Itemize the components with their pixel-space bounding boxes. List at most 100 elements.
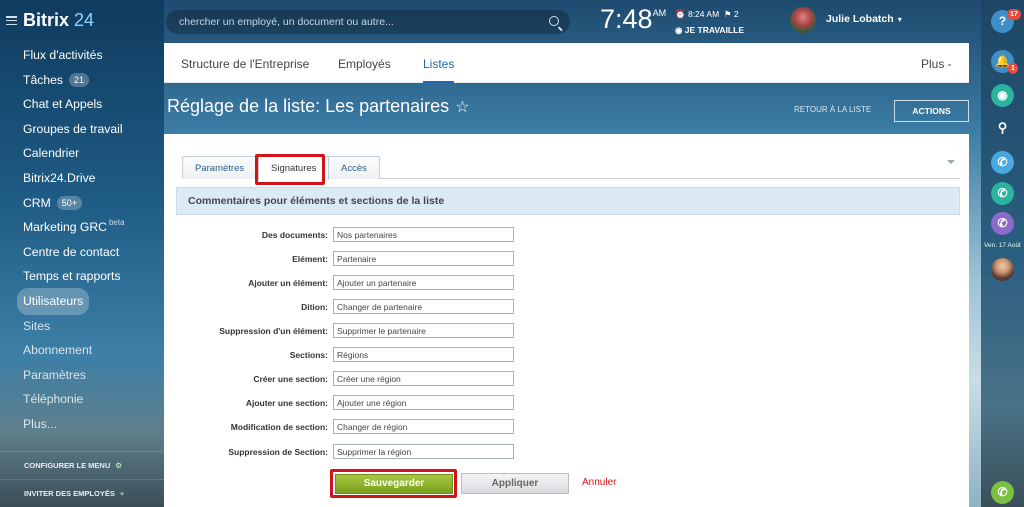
sidebar-item-label: Calendrier [23, 146, 80, 161]
work-status[interactable]: ◉ JE TRAVAILLE [675, 25, 744, 36]
flag-icon: ⚑ [723, 9, 732, 19]
tab-plus[interactable]: Plus - [921, 43, 952, 83]
sidebar-item-label: Abonnement [23, 343, 93, 358]
clock-ampm: AM [652, 8, 667, 18]
back-to-list-link[interactable]: RETOUR À LA LISTE [794, 105, 871, 114]
cancel-link[interactable]: Annuler [582, 477, 616, 488]
user-name: Julie Lobatch [826, 13, 894, 25]
search-icon[interactable] [549, 16, 559, 26]
delete-element-input[interactable] [333, 323, 514, 338]
star-icon[interactable]: ☆ [455, 99, 469, 116]
search-rail-button[interactable]: ⚲ [991, 116, 1014, 139]
element-input[interactable] [333, 251, 514, 266]
documents-input[interactable] [333, 227, 514, 242]
messenger-button[interactable]: ◉ [991, 84, 1014, 107]
help-icon: ? [998, 14, 1007, 28]
tab-listes[interactable]: Listes [423, 43, 455, 83]
chevron-down-icon[interactable] [947, 160, 955, 164]
clock[interactable]: 7:48AM [600, 4, 666, 35]
form-row: Créer une section: [164, 371, 969, 387]
sidebar-item-contact[interactable]: Centre de contact [16, 240, 162, 265]
sidebar-item-label: CRM [23, 195, 51, 210]
tab-acces[interactable]: Accès [328, 156, 380, 179]
gear-icon: ⚙ [115, 461, 122, 470]
field-label: Dition: [301, 302, 328, 312]
tab-structure[interactable]: Structure de l'Entreprise [181, 43, 309, 83]
sidebar-item-crm[interactable]: CRM 50+ [16, 191, 162, 216]
tab-label: Plus [921, 57, 945, 71]
logo-text: Bitrix [23, 10, 70, 30]
left-sidebar: Bitrix 24 Flux d'activités Tâches 21 Chat… [0, 0, 164, 507]
sidebar-footer: CONFIGURER LE MENU ⚙ INVITER DES EMPLOYÉS… [0, 451, 164, 507]
edit-section-input[interactable] [333, 419, 514, 434]
sidebar-item-parametres[interactable]: Paramètres [16, 363, 162, 388]
sidebar-item-telephonie[interactable]: Téléphonie [16, 387, 162, 412]
top-nav: Structure de l'Entreprise Employés Liste… [164, 43, 969, 83]
phone-button-3[interactable]: ✆ [991, 212, 1014, 235]
tab-label: Structure de l'Entreprise [181, 57, 310, 71]
field-label: Ajouter un élément: [248, 278, 328, 288]
phone-icon: ✆ [997, 485, 1008, 499]
search-input[interactable]: chercher un employé, un document ou autr… [166, 10, 570, 34]
sidebar-item-abonnement[interactable]: Abonnement [16, 338, 162, 363]
configure-menu-button[interactable]: CONFIGURER LE MENU ⚙ [0, 451, 164, 479]
sidebar-item-calendrier[interactable]: Calendrier [16, 141, 162, 166]
user-menu[interactable]: Julie Lobatch ▾ [826, 13, 902, 25]
sidebar-item-label: Sites [23, 318, 51, 333]
form-row: Dition: [164, 299, 969, 315]
field-label: Ajouter une section: [245, 398, 328, 408]
delete-section-input[interactable] [333, 444, 514, 459]
form-row: Ajouter un élément: [164, 275, 969, 291]
sidebar-item-plus[interactable]: Plus... [16, 412, 162, 437]
form-row: Des documents: [164, 227, 969, 243]
sidebar-menu: Flux d'activités Tâches 21 Chat et Appels… [16, 43, 162, 437]
plus-icon: + [119, 489, 125, 498]
alarm-time: 8:24 AM [687, 9, 720, 19]
rail-date: Ven. 17 Août [984, 242, 1021, 249]
logo[interactable]: Bitrix 24 [23, 10, 94, 31]
sidebar-item-groupes[interactable]: Groupes de travail [16, 117, 162, 142]
sidebar-item-taches[interactable]: Tâches 21 [16, 68, 162, 93]
avatar[interactable] [790, 7, 816, 33]
add-element-input[interactable] [333, 275, 514, 290]
settings-panel: Paramètres Signatures Accès Commentaires… [164, 134, 969, 507]
right-rail: ? 17 🔔 1 ◉ ⚲ ✆ ✆ ✆ Ven. 17 Août ✆ [981, 0, 1024, 507]
sidebar-item-flux[interactable]: Flux d'activités [16, 43, 162, 68]
configure-menu-label: CONFIGURER LE MENU [24, 461, 111, 470]
work-status-icon: ◉ [675, 25, 683, 35]
sidebar-item-utilisateurs[interactable]: Utilisateurs [16, 287, 162, 315]
alarm-status: ⏰ 8:24 AM ⚑ 2 [675, 9, 739, 20]
sidebar-item-marketing[interactable]: Marketing GRC beta [16, 215, 162, 240]
help-count-badge: 17 [1007, 9, 1021, 20]
call-button[interactable]: ✆ [991, 481, 1014, 504]
signatures-tab-highlight [255, 154, 325, 185]
sidebar-item-label: Tâches [23, 72, 63, 87]
invite-employees-button[interactable]: INVITER DES EMPLOYÉS + [0, 479, 164, 507]
apply-button[interactable]: Appliquer [461, 473, 569, 494]
tab-employes[interactable]: Employés [338, 43, 391, 83]
edit-element-input[interactable] [333, 299, 514, 314]
sidebar-item-chat[interactable]: Chat et Appels [16, 92, 162, 117]
sections-input[interactable] [333, 347, 514, 362]
flag-count: 2 [733, 9, 739, 19]
sidebar-item-label: Groupes de travail [23, 121, 123, 136]
field-label: Elément: [292, 254, 328, 264]
sidebar-item-temps[interactable]: Temps et rapports [16, 264, 162, 289]
phone-button-2[interactable]: ✆ [991, 182, 1014, 205]
contact-avatar[interactable] [991, 258, 1014, 281]
form-row: Suppression de Section: [164, 444, 969, 460]
sidebar-item-drive[interactable]: Bitrix24.Drive [16, 166, 162, 191]
field-label: Des documents: [261, 230, 328, 240]
count-badge: 50+ [56, 195, 83, 210]
field-label: Créer une section: [253, 374, 328, 384]
sidebar-item-label: Téléphonie [23, 392, 84, 407]
sidebar-item-sites[interactable]: Sites [16, 314, 162, 339]
create-section-input[interactable] [333, 371, 514, 386]
count-badge: 21 [68, 72, 89, 87]
phone-button-1[interactable]: ✆ [991, 151, 1014, 174]
menu-icon[interactable] [6, 16, 17, 25]
tab-parametres[interactable]: Paramètres [182, 156, 258, 179]
actions-button[interactable]: ACTIONS [894, 100, 969, 122]
search-icon: ⚲ [997, 120, 1008, 135]
add-section-input[interactable] [333, 395, 514, 410]
